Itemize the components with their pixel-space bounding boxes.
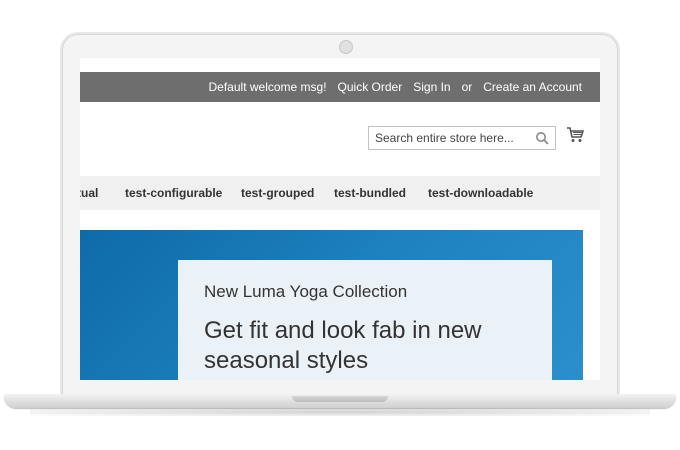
or-separator: or bbox=[461, 80, 473, 94]
hero-title-line2: seasonal styles bbox=[204, 347, 369, 374]
browser-screen: Default welcome msg! Quick Order Sign In… bbox=[80, 58, 600, 380]
hero-subtitle: New Luma Yoga Collection bbox=[204, 282, 408, 301]
hero-banner[interactable]: New Luma Yoga Collection Get fit and loo… bbox=[80, 230, 583, 380]
laptop-shadow bbox=[30, 408, 650, 416]
nav-item-test-configurable[interactable]: test-configurable bbox=[125, 186, 222, 200]
welcome-message: Default welcome msg! bbox=[208, 80, 327, 94]
hero-card: New Luma Yoga Collection Get fit and loo… bbox=[178, 260, 552, 380]
quick-order-link[interactable]: Quick Order bbox=[338, 80, 403, 94]
nav-item-test-downloadable[interactable]: test-downloadable bbox=[428, 186, 533, 200]
sign-in-link[interactable]: Sign In bbox=[413, 80, 450, 94]
hero-title-line1: Get fit and look fab in new bbox=[204, 317, 482, 344]
header-panel: Default welcome msg! Quick Order Sign In… bbox=[80, 72, 600, 102]
nav-item-test-bundled[interactable]: test-bundled bbox=[334, 186, 406, 200]
search-input[interactable] bbox=[369, 127, 525, 149]
main-navigation: tual test-configurable test-grouped test… bbox=[80, 176, 600, 210]
search-box bbox=[368, 126, 556, 150]
search-icon[interactable] bbox=[535, 131, 549, 145]
cart-icon[interactable] bbox=[566, 126, 584, 144]
camera-icon bbox=[339, 40, 353, 54]
laptop-notch bbox=[292, 396, 388, 402]
hero-title: Get fit and look fab in new seasonal sty… bbox=[204, 316, 526, 376]
nav-item-test-grouped[interactable]: test-grouped bbox=[241, 186, 314, 200]
nav-item-virtual[interactable]: tual bbox=[80, 186, 98, 200]
create-account-link[interactable]: Create an Account bbox=[483, 80, 582, 94]
